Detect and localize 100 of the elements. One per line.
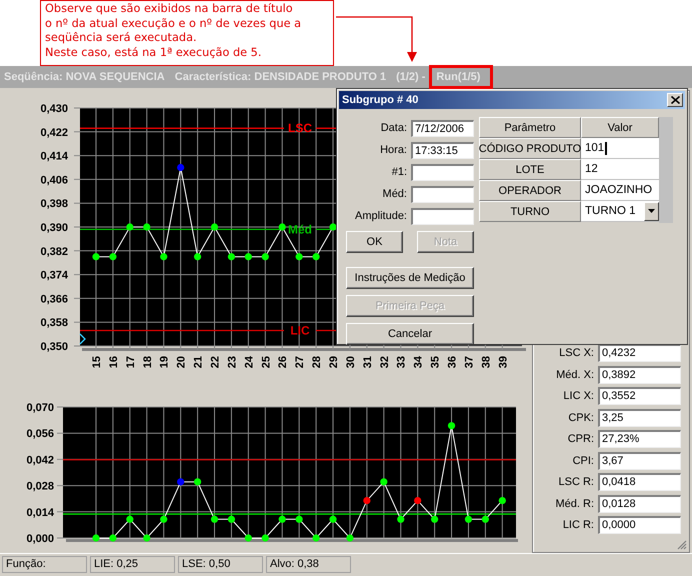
x-tick-label: 34 bbox=[412, 356, 425, 368]
value-cell[interactable]: JOAOZINHO bbox=[581, 180, 659, 201]
x-tick-label: 20 bbox=[176, 356, 188, 368]
limit-label: LSC bbox=[288, 121, 312, 136]
close-button[interactable] bbox=[667, 93, 683, 107]
field-label: Data: bbox=[380, 122, 407, 134]
stat-label: CPK: bbox=[568, 412, 594, 424]
data-point bbox=[210, 516, 218, 523]
stat-label: LIC X: bbox=[563, 390, 594, 402]
stat-field[interactable]: 3,25 bbox=[598, 408, 681, 427]
input-field[interactable] bbox=[411, 164, 474, 180]
y-tick-label: 0,350 bbox=[40, 341, 68, 353]
data-point bbox=[92, 253, 100, 260]
data-point bbox=[126, 223, 134, 231]
field-label: #1: bbox=[392, 166, 407, 178]
y-tick-label: 0,056 bbox=[26, 428, 54, 440]
data-point bbox=[296, 516, 303, 523]
data-point bbox=[109, 253, 117, 260]
resize-grip-icon[interactable] bbox=[677, 540, 687, 550]
data-point bbox=[160, 253, 168, 260]
stat-label: CPI: bbox=[572, 454, 594, 467]
x-tick-label: 21 bbox=[192, 356, 205, 368]
input-field[interactable] bbox=[411, 186, 474, 202]
stat-field[interactable]: 27,23% bbox=[598, 430, 681, 448]
parameter-cell: TURNO bbox=[479, 201, 581, 222]
x-tick-label: 29 bbox=[328, 356, 340, 368]
data-point bbox=[143, 534, 150, 542]
x-tick-label: 23 bbox=[226, 356, 238, 368]
y-tick-label: 0,398 bbox=[40, 198, 68, 210]
data-point bbox=[109, 534, 117, 542]
dialog-button[interactable]: OK bbox=[346, 231, 403, 253]
stat-field[interactable]: 0,0128 bbox=[598, 494, 681, 513]
column-header: Valor bbox=[581, 117, 659, 138]
x-tick-label: 37 bbox=[463, 356, 476, 368]
data-point bbox=[312, 253, 320, 260]
parameter-cell: LOTE bbox=[479, 159, 581, 180]
stat-label: CPR: bbox=[568, 433, 594, 446]
x-tick-label: 35 bbox=[430, 356, 442, 368]
input-field[interactable] bbox=[411, 208, 474, 224]
dropdown-cell[interactable]: TURNO 1 bbox=[581, 201, 659, 222]
stat-field[interactable]: 0,0418 bbox=[598, 473, 681, 492]
title-text: Seqüência: NOVA SEQUENCIA bbox=[4, 71, 165, 83]
data-point bbox=[194, 478, 202, 486]
y-tick-label: 0,014 bbox=[26, 506, 54, 519]
caret-icon bbox=[648, 209, 655, 213]
x-tick-label: 18 bbox=[142, 356, 154, 368]
field-label: Amplitude: bbox=[355, 210, 407, 222]
data-point bbox=[244, 253, 252, 260]
input-field[interactable]: 7/12/2006 bbox=[411, 120, 474, 136]
value-cell[interactable]: 101 bbox=[581, 138, 659, 159]
dialog-title: Subgrupo # 40 bbox=[342, 94, 418, 106]
x-tick-label: 27 bbox=[294, 356, 306, 368]
stat-label: LSC X: bbox=[559, 347, 594, 360]
stat-field[interactable]: 0,3552 bbox=[598, 387, 681, 406]
y-tick-label: 0,366 bbox=[40, 293, 68, 306]
x-tick-label: 19 bbox=[158, 356, 171, 368]
x-tick-label: 25 bbox=[260, 356, 272, 368]
y-tick-label: 0,042 bbox=[26, 454, 54, 466]
data-point bbox=[296, 253, 303, 260]
data-point bbox=[143, 223, 150, 231]
x-tick-label: 24 bbox=[243, 356, 256, 368]
data-point bbox=[194, 253, 202, 260]
parameter-cell: CÓDIGO PRODUTO bbox=[479, 138, 581, 159]
y-tick-label: 0,000 bbox=[26, 533, 54, 545]
x-tick-label: 17 bbox=[124, 356, 137, 368]
data-point bbox=[414, 496, 422, 504]
field-label: Hora: bbox=[380, 144, 407, 156]
data-point bbox=[329, 516, 337, 523]
data-point bbox=[380, 478, 388, 486]
data-point bbox=[482, 516, 489, 523]
y-tick-label: 0,358 bbox=[40, 317, 68, 330]
dialog-button[interactable]: Instruções de Medição bbox=[346, 267, 474, 289]
y-tick-label: 0,374 bbox=[40, 270, 68, 282]
y-tick-label: 0,430 bbox=[40, 103, 68, 115]
data-point bbox=[498, 496, 506, 504]
x-tick-label: 30 bbox=[344, 356, 357, 368]
data-point bbox=[346, 534, 354, 542]
title-text: Run(1/5) bbox=[436, 71, 480, 83]
y-tick-label: 0,422 bbox=[40, 126, 68, 139]
data-point bbox=[448, 422, 456, 430]
dropdown-button[interactable] bbox=[644, 202, 659, 220]
cell-value: TURNO 1 bbox=[585, 205, 636, 217]
x-tick-label: 32 bbox=[378, 356, 391, 368]
dialog-button[interactable]: Cancelar bbox=[346, 323, 474, 345]
value-cell[interactable]: 12 bbox=[581, 159, 659, 180]
stat-field[interactable]: 3,67 bbox=[598, 452, 681, 470]
stat-field[interactable]: 0,3892 bbox=[598, 366, 681, 384]
stat-field[interactable]: 0,0000 bbox=[598, 516, 681, 534]
status-panel: LSE: 0,50 bbox=[178, 556, 263, 573]
stat-field[interactable]: 0,4232 bbox=[598, 344, 681, 362]
x-tick-label: 39 bbox=[497, 356, 510, 368]
y-tick-label: 0,414 bbox=[40, 150, 68, 163]
data-point bbox=[312, 534, 320, 542]
parameter-cell: OPERADOR bbox=[479, 180, 581, 201]
stat-label: Méd. R: bbox=[555, 498, 594, 510]
data-point bbox=[329, 223, 337, 231]
input-field[interactable]: 17:33:15 bbox=[411, 142, 474, 158]
data-point bbox=[363, 496, 370, 504]
data-point bbox=[92, 534, 100, 542]
data-point bbox=[431, 516, 438, 523]
